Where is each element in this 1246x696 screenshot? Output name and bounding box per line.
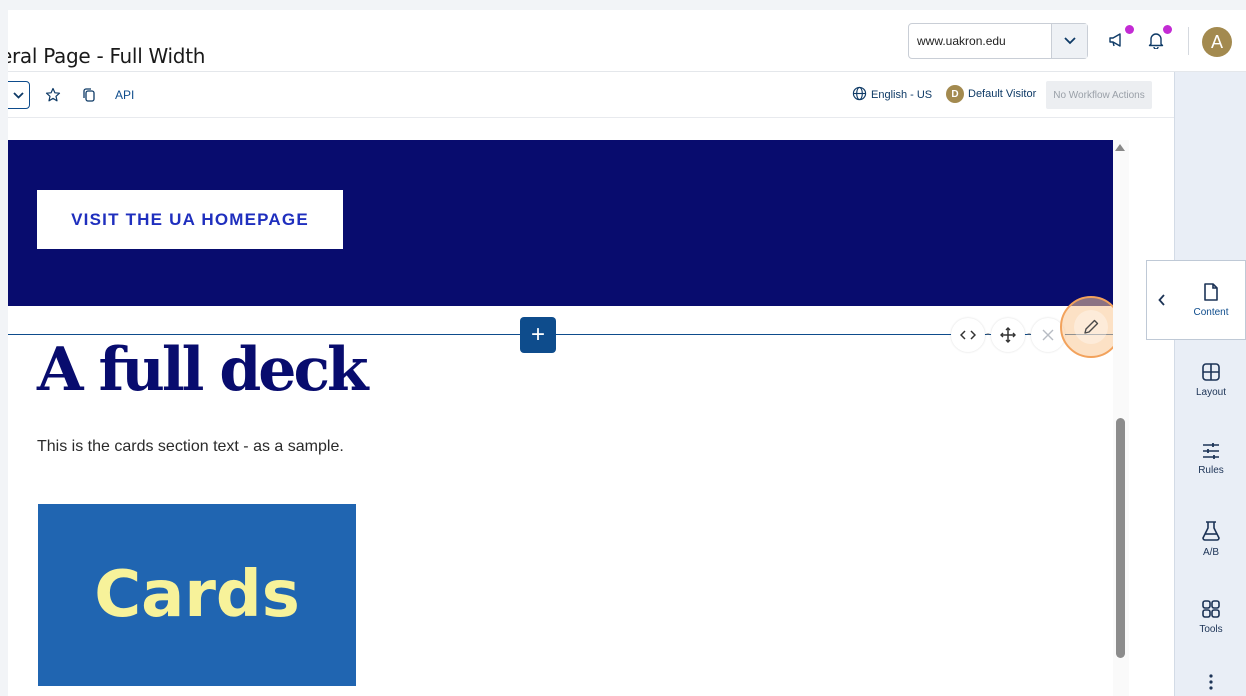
layout-grid-icon [1201, 362, 1221, 385]
rail-item-rules[interactable]: Rules [1175, 429, 1246, 489]
language-label: English - US [871, 89, 933, 101]
editor-app: eral Page - Full Width www.uakron.edu A [8, 10, 1246, 696]
chevron-down-icon [12, 86, 24, 104]
page-toolbar: API English - US D Default Visitor No Wo… [8, 72, 1174, 118]
move-icon[interactable] [991, 318, 1025, 352]
visitor-badge: D [946, 85, 964, 103]
section-body-text: This is the cards section text - as a sa… [37, 438, 344, 455]
more-options-icon[interactable] [1175, 662, 1246, 696]
api-link[interactable]: API [115, 88, 134, 102]
site-select-value: www.uakron.edu [917, 34, 1006, 48]
flask-icon [1201, 520, 1221, 545]
globe-icon [852, 86, 867, 104]
code-icon[interactable] [951, 318, 985, 352]
scrollbar-thumb[interactable] [1116, 418, 1125, 658]
tools-grid-icon [1201, 599, 1221, 622]
copy-icon[interactable] [78, 84, 100, 106]
cards-image-text: Cards [94, 558, 300, 632]
language-selector[interactable]: English - US [852, 86, 932, 104]
notification-dot [1163, 25, 1172, 34]
right-rail: Layout Rules A/B Tools [1174, 72, 1246, 696]
add-component-button[interactable]: + [520, 317, 556, 353]
control-separator: - [986, 326, 990, 340]
site-select[interactable]: www.uakron.edu [908, 23, 1088, 59]
rail-item-label: Layout [1195, 387, 1227, 398]
page-title: eral Page - Full Width [8, 44, 206, 68]
sliders-icon [1201, 442, 1221, 463]
rail-item-label: Rules [1198, 465, 1224, 476]
visitor-label: Default Visitor [968, 88, 1037, 100]
avatar[interactable]: A [1202, 27, 1232, 57]
scroll-up-arrow-icon[interactable] [1115, 144, 1125, 151]
rail-item-label: A/B [1202, 547, 1220, 558]
rail-item-tools[interactable]: Tools [1175, 587, 1246, 647]
page-actions-dropdown[interactable] [8, 81, 30, 109]
hero-banner: VISIT THE UA HOMEPAGE [8, 140, 1113, 306]
chevron-down-icon[interactable] [1051, 24, 1087, 58]
visit-ua-homepage-button[interactable]: VISIT THE UA HOMEPAGE [37, 190, 343, 249]
top-header: eral Page - Full Width www.uakron.edu A [8, 10, 1246, 72]
star-icon[interactable] [42, 84, 64, 106]
header-divider [1188, 27, 1189, 55]
notification-dot [1125, 25, 1134, 34]
section-heading: A full deck [37, 335, 369, 405]
document-icon [1203, 282, 1219, 305]
page-canvas: VISIT THE UA HOMEPAGE A full deck This i… [8, 140, 1129, 696]
content-tab: Content [1177, 282, 1245, 318]
cards-image: Cards [38, 504, 356, 686]
visitor-selector[interactable]: D Default Visitor [946, 85, 1036, 103]
chevron-left-icon[interactable] [1147, 294, 1177, 306]
rail-item-label: Tools [1199, 624, 1223, 635]
rail-item-label: Content [1193, 307, 1229, 318]
pencil-icon[interactable] [1074, 310, 1108, 344]
workflow-actions-button[interactable]: No Workflow Actions [1046, 81, 1152, 109]
rail-item-ab[interactable]: A/B [1175, 509, 1246, 569]
rail-item-layout[interactable]: Layout [1175, 350, 1246, 410]
rail-item-content[interactable]: Content [1146, 260, 1246, 340]
